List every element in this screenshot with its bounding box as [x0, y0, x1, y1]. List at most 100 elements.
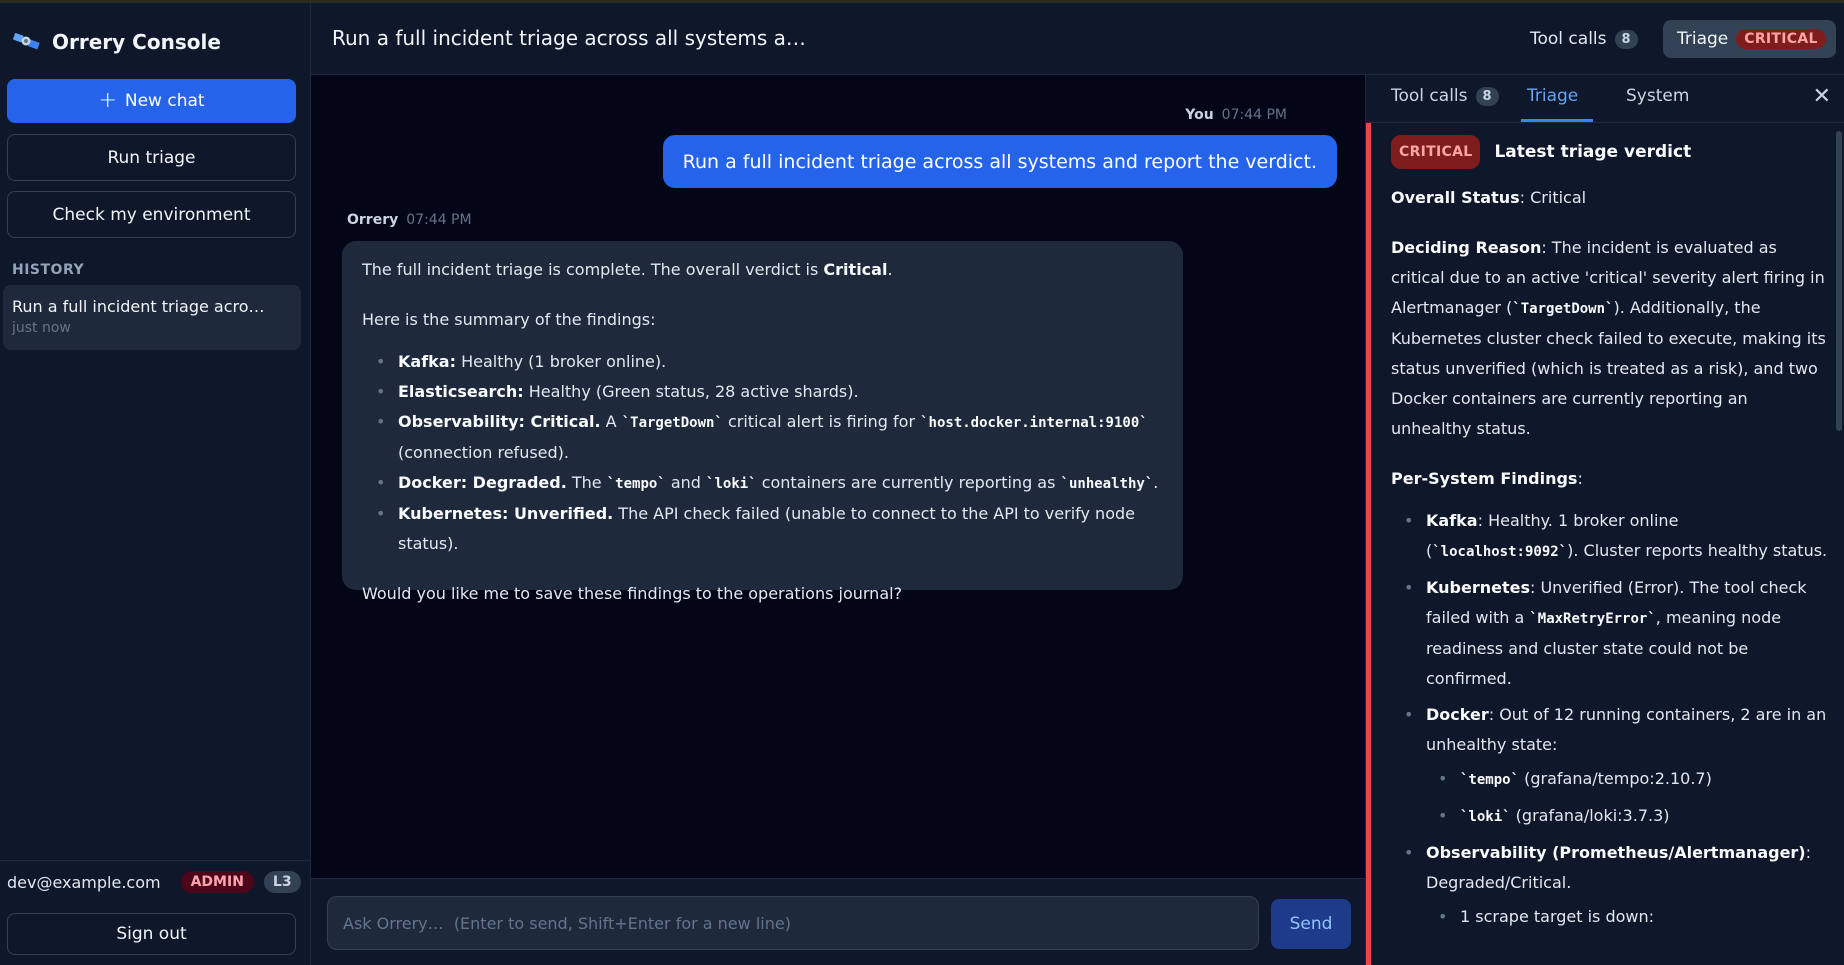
observability-sublist: 1 scrape target is down: — [1438, 902, 1831, 932]
inline-code: `localhost:9092` — [1432, 544, 1568, 560]
satellite-icon — [12, 32, 40, 50]
sign-out-button[interactable]: Sign out — [7, 913, 296, 955]
triage-content: CRITICAL Latest triage verdict Overall S… — [1391, 123, 1831, 965]
conversation-title: Run a full incident triage across all sy… — [332, 26, 806, 50]
text: containers are currently reporting as — [756, 473, 1061, 492]
inline-code: `host.docker.internal:9100` — [920, 415, 1148, 431]
kafka-label: Kafka — [1426, 511, 1478, 530]
list-item: Kafka: Healthy. 1 broker online (`localh… — [1404, 506, 1831, 567]
text: ). Cluster reports healthy status. — [1567, 541, 1828, 560]
tab-tool-calls[interactable]: Tool calls 8 — [1391, 86, 1499, 106]
run-triage-button[interactable]: Run triage — [7, 134, 296, 181]
inline-code: `unhealthy` — [1060, 476, 1154, 492]
active-tab-indicator — [1521, 119, 1593, 122]
user-message-bubble: Run a full incident triage across all sy… — [662, 135, 1337, 188]
assistant-name: Orrery — [347, 212, 399, 228]
new-chat-button[interactable]: + New chat — [7, 79, 296, 123]
assistant-message-time: 07:44 PM — [406, 212, 472, 228]
triage-label: Triage — [1677, 29, 1729, 49]
list-item: `loki` (grafana/loki:3.7.3) — [1438, 801, 1831, 832]
send-button[interactable]: Send — [1271, 899, 1351, 949]
list-item: Observability (Prometheus/Alertmanager):… — [1404, 838, 1831, 932]
list-item: Docker: Degraded. The `tempo` and `loki`… — [376, 468, 1163, 499]
user-name: You — [1185, 107, 1214, 123]
text: . — [1153, 473, 1159, 492]
tab-label: System — [1626, 86, 1690, 106]
findings-label: Per-System Findings — [1391, 469, 1578, 488]
triage-toggle[interactable]: Triage CRITICAL — [1663, 20, 1836, 58]
user-email: dev@example.com — [7, 872, 161, 892]
tab-label: Tool calls — [1391, 86, 1468, 106]
verdict-value: Critical — [823, 260, 888, 279]
text: . — [887, 260, 893, 279]
brand-title: Orrery Console — [52, 30, 221, 54]
overall-status-value: : Critical — [1519, 188, 1587, 207]
tool-calls-count: 8 — [1614, 29, 1638, 49]
assistant-message-bubble: The full incident triage is complete. Th… — [342, 241, 1183, 603]
chat-thread: You 07:44 PM Run a full incident triage a… — [311, 75, 1365, 878]
tab-count-badge: 8 — [1475, 86, 1499, 106]
observability-label: Observability: Critical. — [398, 412, 601, 431]
deciding-reason-label: Deciding Reason — [1391, 238, 1542, 257]
history-item-time: just now — [12, 320, 71, 336]
panel-tabs: Tool calls 8 Triage System ✕ — [1366, 75, 1844, 123]
assistant-message-meta: Orrery 07:44 PM — [347, 212, 472, 228]
list-item: Observability: Critical. A `TargetDown` … — [376, 407, 1163, 468]
elasticsearch-label: Elasticsearch: — [398, 382, 524, 401]
chat-header: Run a full incident triage across all sy… — [311, 3, 1844, 75]
triage-status-badge: CRITICAL — [1736, 29, 1826, 49]
chat-input[interactable] — [327, 896, 1259, 950]
docker-label: Docker — [1426, 705, 1489, 724]
text: and — [665, 473, 707, 492]
docker-label: Docker: Degraded. — [398, 473, 567, 492]
role-badge: ADMIN — [180, 871, 254, 893]
text: Healthy (1 broker online). — [456, 352, 667, 371]
deciding-reason: Deciding Reason: The incident is evaluat… — [1391, 233, 1831, 444]
text: The full incident triage is complete. Th… — [362, 260, 824, 279]
tab-system[interactable]: System — [1626, 86, 1689, 106]
critical-accent-bar — [1366, 123, 1371, 965]
verdict-row: CRITICAL Latest triage verdict — [1391, 135, 1831, 169]
history-heading: HISTORY — [12, 262, 85, 278]
check-environment-button[interactable]: Check my environment — [7, 191, 296, 238]
overall-status: Overall Status: Critical — [1391, 183, 1831, 213]
inline-code: `TargetDown` — [1512, 301, 1614, 317]
list-item: Elasticsearch: Healthy (Green status, 28… — [376, 377, 1163, 407]
text: critical alert is firing for — [722, 412, 921, 431]
findings-heading: Per-System Findings: — [1391, 464, 1831, 494]
close-icon[interactable]: ✕ — [1813, 83, 1831, 109]
text: The — [566, 473, 607, 492]
account-section: dev@example.com ADMIN L3 Sign out — [0, 860, 311, 955]
text: A — [600, 412, 622, 431]
side-panel: Tool calls 8 Triage System ✕ CRITICAL La… — [1365, 75, 1844, 965]
findings-list: Kafka: Healthy (1 broker online). Elasti… — [376, 347, 1163, 559]
unhealthy-containers-list: `tempo` (grafana/tempo:2.10.7) `loki` (g… — [1438, 764, 1831, 832]
closing-question: Would you like me to save these findings… — [362, 584, 903, 603]
list-item: `tempo` (grafana/tempo:2.10.7) — [1438, 764, 1831, 795]
text: (grafana/loki:3.7.3) — [1510, 806, 1670, 825]
sidebar: Orrery Console + New chat Run triage Che… — [0, 3, 311, 965]
observability-label: Observability (Prometheus/Alertmanager) — [1426, 843, 1806, 862]
tool-calls-toggle[interactable]: Tool calls 8 — [1530, 29, 1638, 49]
inline-code: `loki` — [706, 476, 757, 492]
inline-code: `tempo` — [1460, 772, 1520, 788]
composer: Send — [311, 878, 1365, 965]
list-item: Docker: Out of 12 running containers, 2 … — [1404, 700, 1831, 832]
text: : — [1577, 469, 1583, 488]
history-item[interactable]: Run a full incident triage acro… just no… — [3, 285, 301, 350]
panel-scrollbar[interactable] — [1836, 131, 1842, 431]
verdict-title: Latest triage verdict — [1494, 142, 1692, 162]
tab-label: Triage — [1527, 86, 1579, 106]
inline-code: `MaxRetryError` — [1529, 611, 1656, 627]
verdict-sentence: The full incident triage is complete. Th… — [362, 255, 1163, 285]
user-message-time: 07:44 PM — [1221, 107, 1287, 123]
plus-icon: + — [98, 88, 117, 113]
per-system-list: Kafka: Healthy. 1 broker online (`localh… — [1404, 506, 1831, 932]
kubernetes-label: Kubernetes: Unverified. — [398, 504, 614, 523]
text: (grafana/tempo:2.10.7) — [1519, 769, 1712, 788]
summary-intro: Here is the summary of the findings: — [362, 310, 656, 329]
user-row: dev@example.com ADMIN L3 — [7, 871, 301, 893]
level-badge: L3 — [263, 871, 301, 893]
tab-triage[interactable]: Triage — [1527, 86, 1578, 106]
list-item: Kubernetes: Unverified. The API check fa… — [376, 499, 1163, 559]
